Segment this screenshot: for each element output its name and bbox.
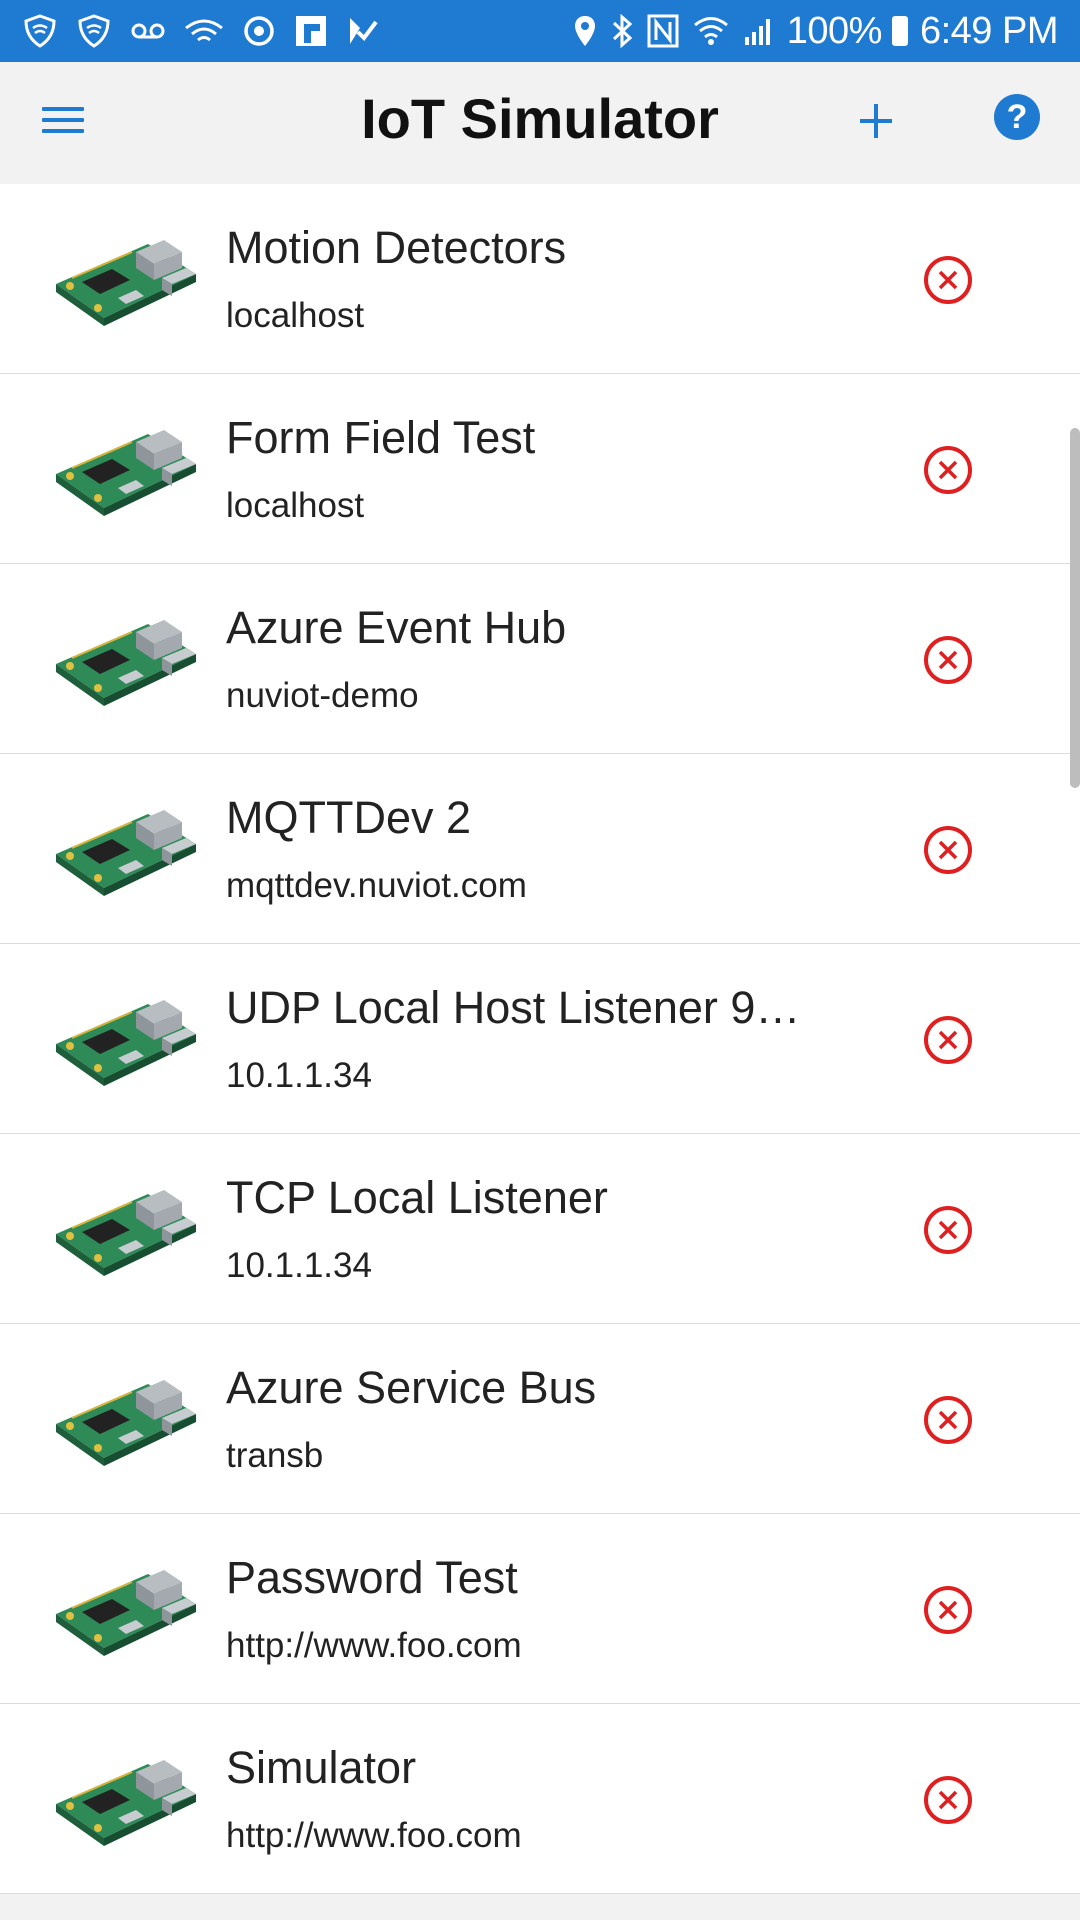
simulator-list: Motion Detectors localhost Form Field Te… (0, 184, 1080, 1894)
simulator-host: nuviot-demo (226, 676, 419, 715)
list-item[interactable]: MQTTDev 2 mqttdev.nuviot.com (0, 754, 1080, 944)
simulator-name: Azure Event Hub (226, 602, 567, 653)
delete-circle-icon (924, 1586, 972, 1634)
signal-icon (743, 15, 775, 47)
scrollbar[interactable] (1070, 184, 1080, 1884)
raspberry-pi-board-icon (52, 1362, 200, 1474)
help-icon: ? (1006, 98, 1028, 136)
simulator-name: Simulator (226, 1742, 417, 1793)
simulator-host: http://www.foo.com (226, 1626, 522, 1665)
add-simulator-button[interactable] (856, 94, 896, 146)
simulator-host: localhost (226, 296, 365, 335)
status-bar-right: 100% 6:49 PM (559, 9, 1059, 53)
raspberry-pi-board-icon (52, 412, 200, 524)
delete-button[interactable] (922, 634, 974, 686)
raspberry-pi-board-icon (52, 1172, 200, 1284)
raspberry-pi-board-icon (52, 602, 200, 714)
delete-circle-icon (924, 446, 972, 494)
page-title: IoT Simulator (361, 87, 719, 150)
battery-icon (891, 16, 908, 46)
delete-circle-icon (924, 1396, 972, 1444)
check-icon (346, 14, 380, 48)
list-item[interactable]: Motion Detectors localhost (0, 184, 1080, 374)
delete-circle-icon (924, 1206, 972, 1254)
simulator-host: localhost (226, 486, 365, 525)
delete-circle-icon (924, 1776, 972, 1824)
bluetooth-icon (611, 14, 633, 48)
delete-button[interactable] (922, 1204, 974, 1256)
simulator-host: http://www.foo.com (226, 1816, 522, 1855)
shield-icon (22, 13, 58, 49)
simulator-name: MQTTDev 2 (226, 792, 472, 843)
flipboard-icon (294, 14, 328, 48)
delete-button[interactable] (922, 1394, 974, 1446)
simulator-name: Motion Detectors (226, 222, 567, 273)
delete-circle-icon (924, 826, 972, 874)
delete-circle-icon (924, 1016, 972, 1064)
battery-percent: 100% (786, 9, 883, 52)
delete-circle-icon (924, 636, 972, 684)
raspberry-pi-board-icon (52, 1552, 200, 1664)
delete-button[interactable] (922, 1014, 974, 1066)
delete-circle-icon (924, 256, 972, 304)
list-item[interactable]: Form Field Test localhost (0, 374, 1080, 564)
clock: 6:49 PM (919, 9, 1059, 52)
help-button[interactable]: ? (994, 94, 1040, 140)
simulator-host: transb (226, 1436, 324, 1475)
list-item[interactable]: Azure Event Hub nuviot-demo (0, 564, 1080, 754)
delete-button[interactable] (922, 254, 974, 306)
simulator-name: TCP Local Listener (226, 1172, 608, 1223)
status-bar-left (22, 13, 398, 49)
simulator-name: Azure Service Bus (226, 1362, 597, 1413)
shield-icon (76, 13, 112, 49)
simulator-name: UDP Local Host Listener 9… (226, 982, 801, 1033)
simulator-name: Form Field Test (226, 412, 536, 463)
list-item[interactable]: Simulator http://www.foo.com (0, 1704, 1080, 1894)
delete-button[interactable] (922, 1774, 974, 1826)
voicemail-icon (130, 19, 166, 43)
location-icon (573, 14, 597, 48)
list-item[interactable]: Azure Service Bus transb (0, 1324, 1080, 1514)
nfc-icon (647, 14, 679, 48)
scrollbar-thumb[interactable] (1070, 428, 1080, 788)
simulator-host: 10.1.1.34 (226, 1246, 372, 1285)
list-item[interactable]: TCP Local Listener 10.1.1.34 (0, 1134, 1080, 1324)
simulator-host: mqttdev.nuviot.com (226, 866, 527, 905)
list-item[interactable]: Password Test http://www.foo.com (0, 1514, 1080, 1704)
simulator-name: Password Test (226, 1552, 518, 1603)
app-header: IoT Simulator ? (0, 62, 1080, 184)
wifi-icon (693, 15, 729, 47)
raspberry-pi-board-icon (52, 222, 200, 334)
status-bar: 100% 6:49 PM (0, 0, 1080, 62)
plus-icon (860, 104, 892, 138)
list-item[interactable]: UDP Local Host Listener 9… 10.1.1.34 (0, 944, 1080, 1134)
raspberry-pi-board-icon (52, 1742, 200, 1854)
delete-button[interactable] (922, 824, 974, 876)
simulator-host: 10.1.1.34 (226, 1056, 372, 1095)
raspberry-pi-board-icon (52, 792, 200, 904)
sync-icon (242, 14, 276, 48)
delete-button[interactable] (922, 444, 974, 496)
raspberry-pi-board-icon (52, 982, 200, 1094)
wifi-icon (184, 16, 224, 46)
delete-button[interactable] (922, 1584, 974, 1636)
